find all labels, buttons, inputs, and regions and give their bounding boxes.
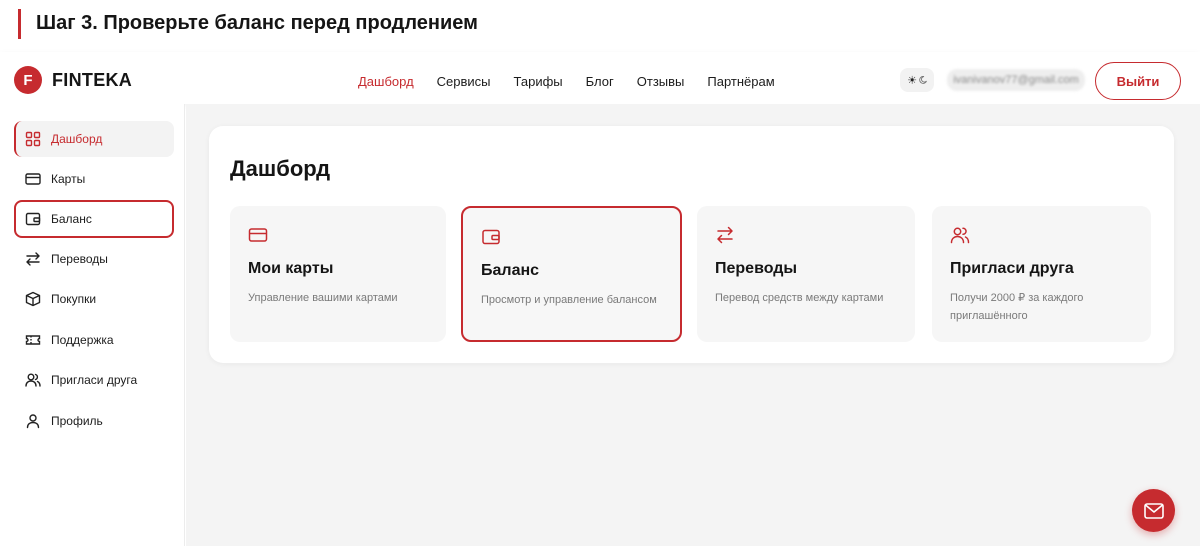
dashboard-panel: Дашборд Мои карты Управление вашими карт…	[209, 126, 1174, 363]
step-banner: Шаг 3. Проверьте баланс перед продлением	[0, 0, 1200, 48]
nav-item-tariffs[interactable]: Тарифы	[514, 74, 563, 89]
sidebar-item-profile[interactable]: Профиль	[14, 403, 174, 439]
nav-item-reviews[interactable]: Отзывы	[637, 74, 685, 89]
header: F FINTEKA Дашборд Сервисы Тарифы Блог От…	[0, 52, 1200, 104]
sidebar-item-label: Поддержка	[51, 333, 114, 347]
logout-button[interactable]: Выйти	[1095, 62, 1181, 100]
mail-icon	[1143, 502, 1164, 519]
moon-icon	[919, 76, 927, 84]
card-description: Управление вашими картами	[248, 292, 398, 304]
transfer-icon	[24, 250, 42, 268]
card-balance[interactable]: Баланс Просмотр и управление балансом	[461, 206, 682, 342]
card-icon	[24, 170, 42, 188]
card-title: Пригласи друга	[950, 260, 1074, 277]
card-description: Получи 2000 ₽ за каждого приглашённого	[950, 292, 1084, 322]
logo-text: FINTEKA	[52, 69, 133, 90]
card-title: Переводы	[715, 260, 798, 277]
top-nav: Дашборд Сервисы Тарифы Блог Отзывы Партн…	[358, 74, 775, 89]
sidebar-item-label: Переводы	[51, 252, 108, 266]
sidebar-item-label: Профиль	[51, 414, 103, 428]
users-icon	[950, 225, 970, 245]
theme-toggle[interactable]: ☀	[900, 68, 934, 92]
logo-mark: F	[14, 66, 42, 94]
page-title: Дашборд	[230, 156, 331, 181]
user-icon	[24, 412, 42, 430]
card-description: Просмотр и управление балансом	[481, 294, 657, 306]
nav-item-dashboard[interactable]: Дашборд	[358, 74, 414, 89]
users-icon	[24, 371, 42, 389]
sidebar-item-invite[interactable]: Пригласи друга	[14, 362, 174, 398]
card-transfers[interactable]: Переводы Перевод средств между картами	[697, 206, 915, 342]
page: Шаг 3. Проверьте баланс перед продлением…	[0, 0, 1200, 546]
sidebar-item-label: Карты	[51, 172, 86, 186]
sidebar-item-purchases[interactable]: Покупки	[14, 281, 174, 317]
main-content: Дашборд Мои карты Управление вашими карт…	[186, 104, 1200, 546]
box-icon	[24, 290, 42, 308]
grid-icon	[24, 130, 42, 148]
step-accent-bar	[18, 9, 21, 39]
card-description: Перевод средств между картами	[715, 292, 884, 304]
card-invite-friend[interactable]: Пригласи друга Получи 2000 ₽ за каждого …	[932, 206, 1151, 342]
wallet-icon	[24, 210, 42, 228]
card-title: Мои карты	[248, 260, 334, 277]
card-my-cards[interactable]: Мои карты Управление вашими картами	[230, 206, 446, 342]
nav-item-partners[interactable]: Партнёрам	[707, 74, 774, 89]
card-title: Баланс	[481, 262, 540, 279]
user-email[interactable]: ivanivanov77@gmail.com	[947, 69, 1085, 91]
sidebar-item-transfers[interactable]: Переводы	[14, 241, 174, 277]
card-icon	[248, 225, 268, 245]
sidebar-item-support[interactable]: Поддержка	[14, 322, 174, 358]
sidebar-item-label: Баланс	[51, 212, 92, 226]
sidebar-item-label: Дашборд	[51, 132, 103, 146]
nav-item-services[interactable]: Сервисы	[437, 74, 491, 89]
nav-item-blog[interactable]: Блог	[586, 74, 614, 89]
sidebar-item-dashboard[interactable]: Дашборд	[14, 121, 174, 157]
wallet-icon	[481, 227, 501, 247]
sidebar-item-label: Покупки	[51, 292, 97, 306]
sidebar-item-cards[interactable]: Карты	[14, 161, 174, 197]
sun-icon: ☀	[907, 74, 917, 87]
sidebar-item-balance[interactable]: Баланс	[14, 200, 174, 238]
transfer-icon	[715, 225, 735, 245]
sidebar: Дашборд Карты Баланс Переводы Покупки По…	[0, 104, 185, 546]
mail-fab-button[interactable]	[1132, 489, 1175, 532]
step-title: Шаг 3. Проверьте баланс перед продлением	[36, 12, 478, 34]
ticket-icon	[24, 331, 42, 349]
logo[interactable]: F FINTEKA	[14, 66, 132, 94]
sidebar-item-label: Пригласи друга	[51, 373, 138, 387]
